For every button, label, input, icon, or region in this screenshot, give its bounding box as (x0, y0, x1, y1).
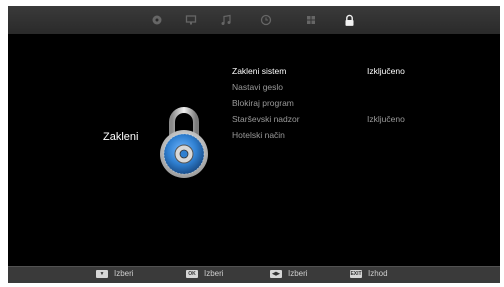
menu-item-label: Nastavi geslo (232, 82, 284, 92)
left-right-arrow-key-icon: ◀▶ (270, 269, 282, 278)
menu-item-hotel-mode[interactable]: Hotelski način (232, 127, 472, 143)
clock-icon (260, 14, 272, 26)
ok-key-icon: OK (186, 269, 198, 278)
tab-lock[interactable] (337, 10, 361, 30)
lock-menu-list: Zakleni sistem Izključeno Nastavi geslo … (232, 63, 472, 143)
footer-hint-bar: ▼ Izberi OK Izberi ◀▶ Izberi EXIT Izhod (8, 266, 500, 283)
menu-item-label: Starševski nadzor (232, 114, 300, 124)
music-note-icon (221, 14, 231, 25)
menu-item-value: Izključeno (367, 66, 405, 76)
tab-time[interactable] (254, 10, 278, 30)
combination-lock-icon (160, 107, 208, 178)
menu-title: Zakleni (103, 131, 139, 143)
tab-setup[interactable] (299, 10, 323, 30)
tab-sound[interactable] (214, 10, 238, 30)
monitor-icon (185, 15, 197, 25)
exit-key-icon: EXIT (350, 269, 362, 278)
menu-item-label: Zakleni sistem (232, 66, 287, 76)
grid-icon (307, 16, 315, 24)
footer-hint-adjust: ◀▶ Izberi (270, 269, 308, 278)
tab-screen[interactable] (179, 10, 203, 30)
menu-item-set-password[interactable]: Nastavi geslo (232, 79, 472, 95)
down-arrow-key-icon: ▼ (96, 269, 108, 278)
tab-picture[interactable] (145, 10, 169, 30)
footer-hint-exit: EXIT Izhod (350, 269, 388, 278)
menu-tab-bar (8, 6, 500, 34)
footer-hint-select: ▼ Izberi (96, 269, 134, 278)
footer-hint-ok: OK Izberi (186, 269, 224, 278)
menu-item-lock-system[interactable]: Zakleni sistem Izključeno (232, 63, 472, 79)
menu-item-value: Izključeno (367, 114, 405, 124)
picture-icon (152, 15, 162, 25)
menu-item-label: Blokiraj program (232, 98, 294, 108)
menu-item-parental-guidance[interactable]: Starševski nadzor Izključeno (232, 111, 472, 127)
menu-item-label: Hotelski način (232, 130, 285, 140)
lock-icon (344, 14, 354, 26)
menu-item-block-program[interactable]: Blokiraj program (232, 95, 472, 111)
tv-menu-screen: Zakleni Zakleni sistem Izključeno Nastav… (8, 6, 500, 283)
